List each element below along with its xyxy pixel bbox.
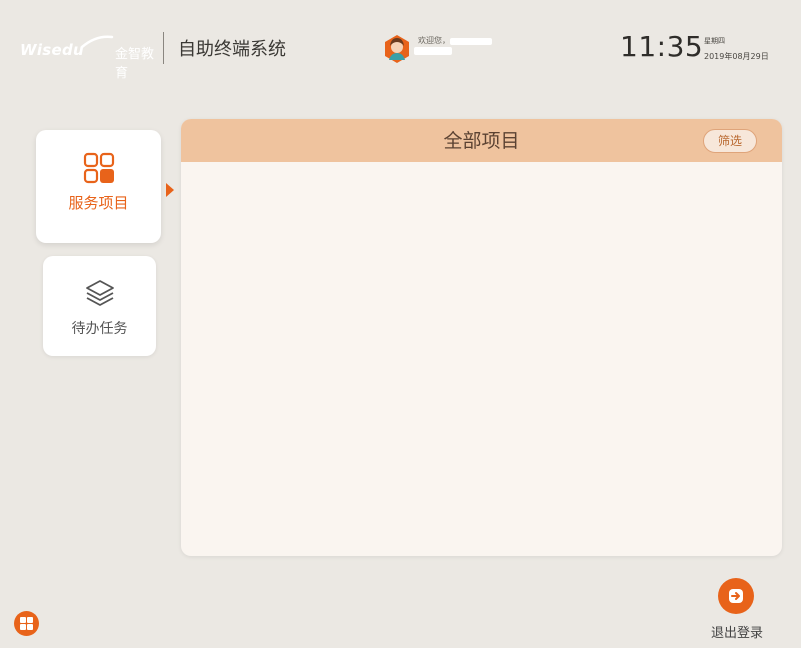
header-divider (163, 32, 164, 64)
windows-icon (20, 617, 33, 630)
clock-time: 11:35 (620, 30, 704, 63)
all-projects-panel: 全部项目 筛选 (181, 119, 782, 556)
clock-date: 2019年08月29日 (704, 52, 769, 61)
layers-icon (85, 280, 114, 306)
nav-item-tasks[interactable]: 待办任务 (43, 256, 156, 356)
clock-weekday: 星期四 (704, 37, 725, 45)
logo-cn-text: 金智教育 (115, 47, 155, 81)
top-header: Wisedu 金智教育 自助终端系统 欢迎您， 11:35 星期四 2019年0… (0, 0, 801, 100)
logo-swoosh-icon (80, 35, 114, 49)
logout-label[interactable]: 退出登录 (711, 622, 763, 641)
user-avatar-icon (385, 35, 409, 63)
filter-button[interactable]: 筛选 (703, 129, 757, 153)
active-indicator-arrow (166, 183, 174, 197)
panel-header: 全部项目 筛选 (181, 119, 782, 162)
panel-title: 全部项目 (443, 130, 520, 152)
nav-item-services[interactable]: 服务项目 (36, 130, 161, 243)
welcome-text: 欢迎您， (418, 36, 450, 45)
username-redaction (414, 47, 452, 55)
nav-item-label: 待办任务 (71, 321, 128, 337)
grid-apps-icon (83, 152, 114, 184)
logout-button[interactable] (718, 578, 754, 614)
logo-brand-text: Wisedu (20, 41, 85, 59)
nav-item-label: 服务项目 (68, 194, 129, 212)
start-menu-button[interactable] (14, 611, 39, 636)
username-redaction (450, 38, 492, 45)
wisedu-logo: Wisedu 金智教育 (20, 35, 162, 81)
system-title: 自助终端系统 (178, 39, 286, 60)
logout-icon (729, 589, 743, 603)
